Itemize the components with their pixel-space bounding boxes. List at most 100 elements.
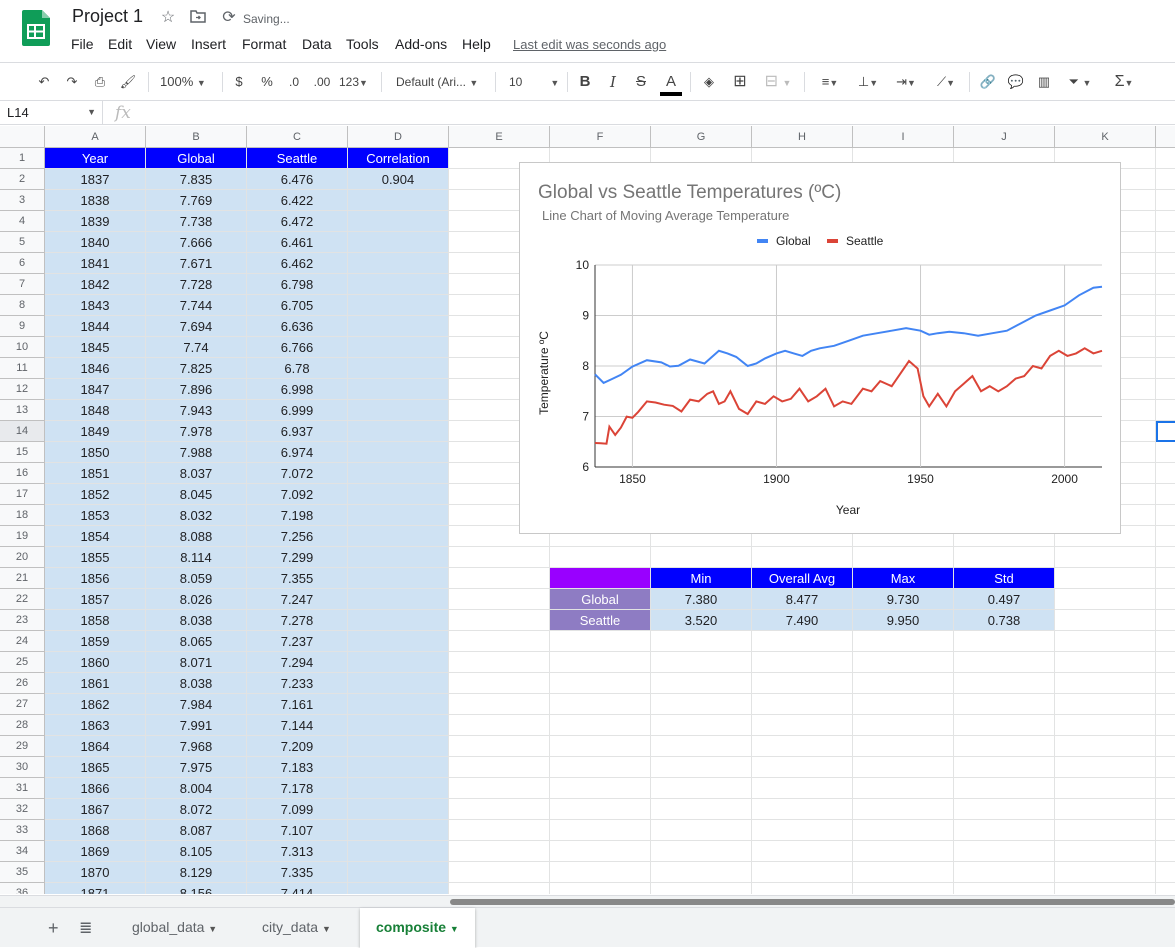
- cell[interactable]: [1156, 820, 1175, 841]
- column-header[interactable]: H: [752, 126, 853, 148]
- stats-value-cell[interactable]: 9.730: [853, 589, 954, 610]
- row-header[interactable]: 6: [0, 253, 45, 274]
- cell[interactable]: [1156, 589, 1175, 610]
- font-size-select[interactable]: 10 ▼: [509, 72, 561, 92]
- row-header[interactable]: 14: [0, 421, 45, 442]
- cell[interactable]: [550, 694, 651, 715]
- data-cell[interactable]: 6.462: [247, 253, 348, 274]
- data-cell[interactable]: 1853: [45, 505, 146, 526]
- paint-format-icon[interactable]: 🖌: [118, 72, 138, 92]
- stats-value-cell[interactable]: 7.490: [752, 610, 853, 631]
- cell[interactable]: [348, 358, 449, 379]
- cell[interactable]: [449, 547, 550, 568]
- cell[interactable]: [449, 568, 550, 589]
- cell[interactable]: [752, 757, 853, 778]
- data-cell[interactable]: 8.072: [146, 799, 247, 820]
- cell[interactable]: [752, 820, 853, 841]
- cell[interactable]: [1156, 736, 1175, 757]
- data-cell[interactable]: 1837: [45, 169, 146, 190]
- data-cell[interactable]: 7.671: [146, 253, 247, 274]
- data-cell[interactable]: 1863: [45, 715, 146, 736]
- cell[interactable]: [752, 883, 853, 894]
- row-header[interactable]: 29: [0, 736, 45, 757]
- cell[interactable]: [550, 673, 651, 694]
- move-folder-icon[interactable]: [188, 9, 208, 27]
- cell[interactable]: [954, 694, 1055, 715]
- cell[interactable]: [550, 862, 651, 883]
- stats-header-cell[interactable]: Overall Avg: [752, 568, 853, 589]
- cell[interactable]: [853, 841, 954, 862]
- row-header[interactable]: 5: [0, 232, 45, 253]
- cell[interactable]: [348, 421, 449, 442]
- document-title[interactable]: Project 1: [72, 6, 143, 27]
- row-header[interactable]: 25: [0, 652, 45, 673]
- cell[interactable]: [651, 694, 752, 715]
- row-header[interactable]: 1: [0, 148, 45, 169]
- row-header[interactable]: 20: [0, 547, 45, 568]
- cell[interactable]: [1156, 631, 1175, 652]
- cell[interactable]: [348, 400, 449, 421]
- cell[interactable]: [449, 841, 550, 862]
- cell[interactable]: [449, 883, 550, 894]
- menu-format[interactable]: Format: [242, 36, 286, 52]
- cell[interactable]: [752, 631, 853, 652]
- text-rotation-icon[interactable]: ⟋▼: [930, 72, 962, 92]
- cell[interactable]: [348, 589, 449, 610]
- data-cell[interactable]: 7.835: [146, 169, 247, 190]
- cell[interactable]: [1055, 736, 1156, 757]
- cell[interactable]: [348, 379, 449, 400]
- data-cell[interactable]: 6.998: [247, 379, 348, 400]
- row-header[interactable]: 24: [0, 631, 45, 652]
- data-cell[interactable]: 1861: [45, 673, 146, 694]
- cell[interactable]: [954, 862, 1055, 883]
- data-cell[interactable]: 7.769: [146, 190, 247, 211]
- cell[interactable]: [348, 253, 449, 274]
- cell[interactable]: [1156, 568, 1175, 589]
- data-cell[interactable]: 1852: [45, 484, 146, 505]
- cell[interactable]: [954, 631, 1055, 652]
- cell[interactable]: [954, 715, 1055, 736]
- row-header[interactable]: 19: [0, 526, 45, 547]
- data-cell[interactable]: 6.766: [247, 337, 348, 358]
- insert-chart-icon[interactable]: ▥: [1034, 72, 1054, 92]
- cell[interactable]: [954, 736, 1055, 757]
- cell[interactable]: [550, 631, 651, 652]
- data-cell[interactable]: 1855: [45, 547, 146, 568]
- menu-tools[interactable]: Tools: [346, 36, 379, 52]
- column-header[interactable]: A: [45, 126, 146, 148]
- column-header[interactable]: K: [1055, 126, 1156, 148]
- italic-icon[interactable]: I: [604, 72, 622, 92]
- data-cell[interactable]: 7.975: [146, 757, 247, 778]
- filter-icon[interactable]: ⏷ ▼: [1062, 72, 1098, 92]
- cell[interactable]: [651, 778, 752, 799]
- data-cell[interactable]: 1860: [45, 652, 146, 673]
- row-header[interactable]: 23: [0, 610, 45, 631]
- cell[interactable]: [449, 778, 550, 799]
- cell[interactable]: [348, 211, 449, 232]
- cell[interactable]: [1156, 232, 1175, 253]
- data-cell[interactable]: 7.666: [146, 232, 247, 253]
- horizontal-align-icon[interactable]: ≡▼: [815, 72, 845, 92]
- cell[interactable]: [752, 736, 853, 757]
- cell[interactable]: [449, 820, 550, 841]
- data-cell[interactable]: 6.974: [247, 442, 348, 463]
- cell[interactable]: [449, 862, 550, 883]
- cell[interactable]: [1156, 316, 1175, 337]
- cell[interactable]: [1055, 715, 1156, 736]
- row-header[interactable]: 8: [0, 295, 45, 316]
- column-header[interactable]: G: [651, 126, 752, 148]
- cell[interactable]: [1055, 799, 1156, 820]
- data-cell[interactable]: 7.978: [146, 421, 247, 442]
- cell[interactable]: [1156, 673, 1175, 694]
- cell[interactable]: [449, 757, 550, 778]
- cell[interactable]: [550, 652, 651, 673]
- cell[interactable]: [348, 295, 449, 316]
- cell[interactable]: [1055, 589, 1156, 610]
- more-formats-select[interactable]: 123▼: [339, 72, 373, 92]
- row-header[interactable]: 34: [0, 841, 45, 862]
- cell[interactable]: [449, 799, 550, 820]
- cell[interactable]: [651, 820, 752, 841]
- cell[interactable]: [752, 841, 853, 862]
- column-header[interactable]: C: [247, 126, 348, 148]
- scrollbar-thumb[interactable]: [450, 899, 1175, 905]
